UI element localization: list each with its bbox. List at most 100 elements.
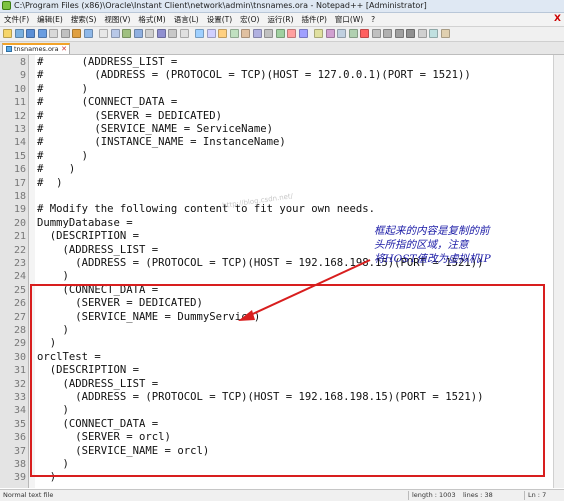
save-all-icon[interactable] <box>37 29 47 38</box>
code-text: (DESCRIPTION = <box>37 230 140 243</box>
code-text: (ADDRESS_LIST = <box>37 243 159 256</box>
menu-item[interactable]: 语言(L) <box>170 13 203 26</box>
code-line: 12 # (SERVER = DEDICATED) <box>0 110 564 123</box>
line-number: 8 <box>19 57 26 68</box>
line-number: 31 <box>13 365 26 377</box>
code-line: 24 ) <box>0 270 564 283</box>
save-icon[interactable] <box>26 29 35 38</box>
indent-guide-icon[interactable] <box>241 29 250 38</box>
line-number: 39 <box>13 472 26 484</box>
code-text: # (INSTANCE_NAME = InstanceName) <box>37 136 286 149</box>
menu-item[interactable]: 宏(O) <box>236 13 263 26</box>
line-number: 11 <box>13 97 26 109</box>
code-line: 11 # (CONNECT_DATA = <box>0 96 564 109</box>
line-number: 30 <box>13 351 26 363</box>
status-position: Ln : 7 <box>528 491 547 499</box>
code-text: # ) <box>37 149 89 162</box>
all-chars-icon[interactable] <box>229 29 239 38</box>
toolbar-icon[interactable] <box>371 29 381 38</box>
code-text: DummyDatabase = <box>37 216 133 229</box>
menu-item[interactable]: 插件(P) <box>298 13 331 26</box>
line-number: 12 <box>13 110 26 122</box>
line-number: 29 <box>13 338 26 350</box>
title-bar: C:\Program Files (x86)\Oracle\Instant Cl… <box>0 0 564 13</box>
wrap-icon[interactable] <box>218 29 227 38</box>
tab-close-icon[interactable]: ✕ <box>61 45 67 54</box>
close-icon[interactable] <box>49 29 58 38</box>
code-text: # (ADDRESS_LIST = <box>37 56 178 68</box>
line-number: 23 <box>13 258 26 269</box>
record-macro-icon[interactable] <box>314 29 323 38</box>
toolbar-icon[interactable] <box>417 29 427 38</box>
menu-item[interactable]: ? <box>367 13 379 26</box>
sync-h-icon[interactable] <box>206 29 216 38</box>
paste-icon[interactable] <box>110 29 120 38</box>
line-number: 33 <box>13 392 26 403</box>
tab-tnsnames[interactable]: tnsnames.ora ✕ <box>2 43 70 54</box>
toolbar-icon[interactable] <box>394 29 404 38</box>
line-number: 16 <box>13 164 26 176</box>
line-number: 17 <box>13 177 26 189</box>
annotation-line-1: 框起来的内容是复制的前 <box>374 225 490 237</box>
zoom-out-icon[interactable] <box>179 29 189 38</box>
udl-icon[interactable] <box>252 29 262 38</box>
status-file-type: Normal text file <box>3 491 54 499</box>
toolbar-icon[interactable] <box>429 29 438 38</box>
line-number: 9 <box>19 70 26 82</box>
open-file-icon[interactable] <box>14 29 24 38</box>
play-macro-icon[interactable] <box>337 29 346 38</box>
stop-macro-icon[interactable] <box>325 29 335 38</box>
menu-item[interactable]: 运行(R) <box>263 13 297 26</box>
monitor-icon[interactable] <box>298 29 308 38</box>
folder-workspace-icon[interactable] <box>287 29 296 38</box>
code-text: # (ADDRESS = (PROTOCOL = TCP)(HOST = 127… <box>37 69 471 82</box>
doc-map-icon[interactable] <box>264 29 273 38</box>
toolbar <box>0 27 564 42</box>
line-number: 34 <box>13 405 26 417</box>
line-number: 26 <box>13 298 26 310</box>
code-line: 8 # (ADDRESS_LIST = <box>0 56 564 69</box>
undo-icon[interactable] <box>122 29 131 38</box>
close-document-button[interactable]: X <box>554 13 561 26</box>
vertical-scrollbar[interactable] <box>553 55 564 488</box>
tab-label: tnsnames.ora <box>14 45 59 53</box>
menu-item[interactable]: 搜索(S) <box>67 13 101 26</box>
toolbar-icon[interactable] <box>440 29 450 38</box>
save-macro-icon[interactable] <box>360 29 369 38</box>
code-line: 10 # ) <box>0 83 564 96</box>
toolbar-icon[interactable] <box>383 29 392 38</box>
print-icon[interactable] <box>72 29 81 38</box>
line-number: 13 <box>13 124 26 135</box>
run-macro-icon[interactable] <box>348 29 358 38</box>
cut-icon[interactable] <box>83 29 93 38</box>
sync-v-icon[interactable] <box>195 29 204 38</box>
code-text: # (CONNECT_DATA = <box>37 96 178 109</box>
line-number: 19 <box>13 204 26 216</box>
new-file-icon[interactable] <box>3 29 12 38</box>
status-divider <box>524 491 525 500</box>
menu-item[interactable]: 文件(F) <box>0 13 33 26</box>
code-text: # ) <box>37 163 76 176</box>
replace-icon[interactable] <box>156 29 166 38</box>
toolbar-icon[interactable] <box>406 29 415 38</box>
close-all-icon[interactable] <box>60 29 70 38</box>
redo-icon[interactable] <box>133 29 143 38</box>
code-line: 16 # ) <box>0 163 564 176</box>
tab-bar: tnsnames.ora ✕ <box>0 42 564 55</box>
find-icon[interactable] <box>145 29 154 38</box>
zoom-in-icon[interactable] <box>168 29 177 38</box>
status-divider <box>408 491 409 500</box>
menu-item[interactable]: 格式(M) <box>134 13 169 26</box>
menu-item[interactable]: 设置(T) <box>203 13 236 26</box>
menu-item[interactable]: 窗口(W) <box>331 13 367 26</box>
function-list-icon[interactable] <box>275 29 285 38</box>
line-number: 14 <box>13 137 26 149</box>
menu-item[interactable]: 编辑(E) <box>33 13 67 26</box>
line-number: 36 <box>13 432 26 444</box>
status-lines: lines : 38 <box>463 491 493 499</box>
code-text: # Modify the following content to fit yo… <box>37 203 376 216</box>
copy-icon[interactable] <box>99 29 108 38</box>
menu-item[interactable]: 视图(V) <box>100 13 134 26</box>
annotation-note: 框起来的内容是复制的前 头所指的区域，注意 将HOST值改为虚拟机IP <box>374 224 491 266</box>
code-text: # (SERVER = DEDICATED) <box>37 109 222 122</box>
